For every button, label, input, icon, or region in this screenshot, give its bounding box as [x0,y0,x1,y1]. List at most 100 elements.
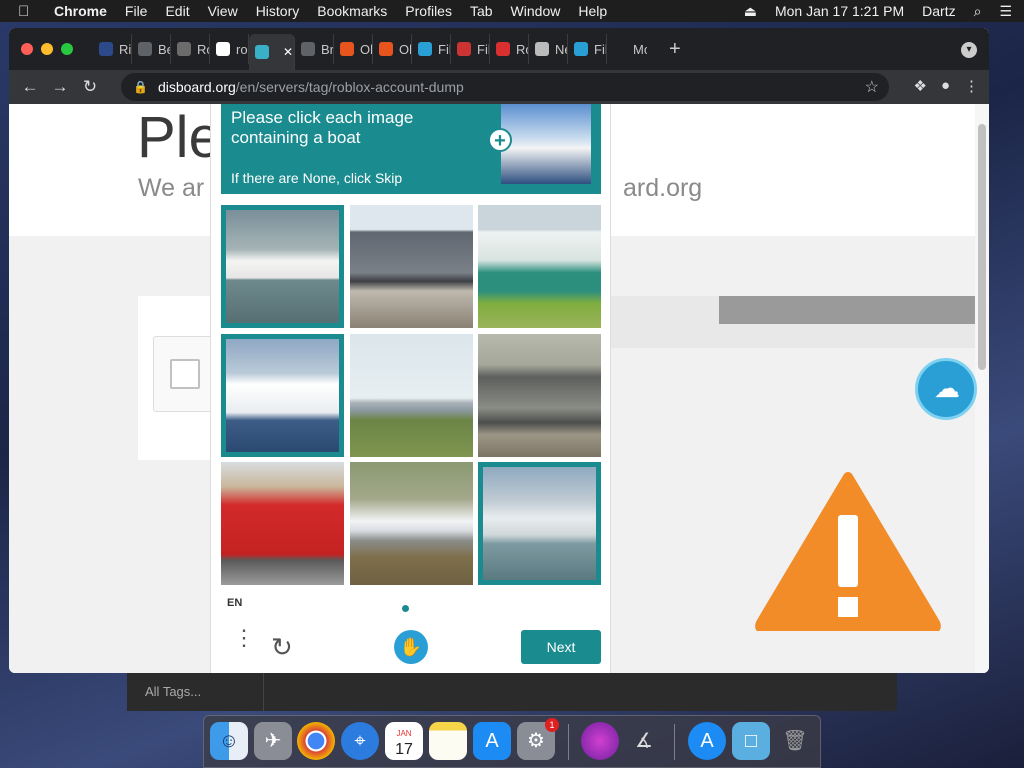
captcha-tile-airplane-2[interactable] [350,462,473,585]
tab-search-chevron-icon[interactable]: ▾ [961,42,977,58]
system-preferences-icon[interactable]: ⚙ 1 [517,718,559,760]
menu-profiles[interactable]: Profiles [405,3,452,19]
captcha-checkbox-widget[interactable] [153,336,213,412]
eject-icon[interactable]: ⏏ [744,3,757,20]
browser-tab[interactable]: Bry [295,34,334,64]
trash-icon[interactable]: 🗑 [776,722,814,760]
close-window-button[interactable] [21,43,33,55]
calendar-day: 17 [395,741,413,758]
captcha-tile-bus-1[interactable] [221,462,344,585]
forward-arrow-icon[interactable]: → [45,77,75,97]
browser-tab[interactable]: rob [210,34,249,64]
chrome-icon[interactable] [297,722,335,760]
tab-favicon-icon [379,42,393,56]
captcha-image-grid [221,205,601,586]
app-store-icon[interactable]: A [473,722,511,760]
calendar-icon[interactable]: JAN 17 [385,722,423,760]
tab-title: Fil [438,41,451,57]
back-arrow-icon[interactable]: ← [15,77,45,97]
zoom-window-button[interactable] [61,43,73,55]
page-scrollbar[interactable] [975,104,989,673]
browser-tab[interactable]: Ric [93,34,132,64]
all-tags-label[interactable]: All Tags... [145,684,201,699]
next-button[interactable]: Next [521,630,601,664]
captcha-tile-train-1[interactable] [350,205,473,328]
menu-view[interactable]: View [208,3,238,19]
dock-separator-2 [674,724,675,760]
browser-tab[interactable]: Ne [529,34,568,64]
clock[interactable]: Mon Jan 17 1:21 PM [775,3,904,19]
minimize-window-button[interactable] [41,43,53,55]
browser-tab[interactable]: Ro [171,34,210,64]
menu-bookmarks[interactable]: Bookmarks [317,3,387,19]
captcha-tile-boat-1[interactable] [221,205,344,328]
new-tab-plus-icon[interactable]: + [669,38,681,61]
captcha-menu-icon[interactable]: ⋮ [233,627,255,649]
browser-tab[interactable]: Fil [412,34,451,64]
reload-icon[interactable]: ↻ [75,77,105,97]
captcha-checkbox[interactable] [170,359,200,389]
spotlight-search-icon[interactable]: ⌕ [974,3,982,20]
language-selector[interactable]: EN [227,597,242,609]
notes-icon[interactable] [429,722,467,760]
captcha-tile-boat-2[interactable] [221,334,344,457]
tab-title: Fil [594,41,607,57]
applications-folder-icon[interactable]: A [688,722,726,760]
hcaptcha-logo-icon: ✋ [394,630,428,664]
cloud-icon: ☁ [934,373,960,403]
captcha-challenge: Please click each image containing a boa… [210,104,611,673]
browser-tab[interactable]: Mo [607,34,647,64]
scrollbar-thumb[interactable] [978,124,986,370]
captcha-tile-image [221,462,344,585]
close-tab-icon[interactable]: ✕ [283,45,293,59]
browser-tab[interactable]: Ol [373,34,412,64]
tab-favicon-icon [216,42,230,56]
captcha-tile-image [483,467,596,580]
profile-avatar-icon[interactable]: ● [941,77,950,95]
expand-example-plus-icon[interactable]: + [488,128,512,152]
control-center-icon[interactable]: ☰ [999,3,1012,20]
strip-divider [263,673,264,711]
launchpad-icon[interactable]: ✈ [254,722,292,760]
screenium-icon[interactable] [581,722,619,760]
warning-triangle-icon [755,472,941,631]
more-menu-icon[interactable]: ⋮ [964,77,979,95]
extensions-puzzle-icon[interactable]: ❖ [913,77,926,95]
menu-app-chrome[interactable]: Chrome [54,3,107,19]
captcha-tile-image [478,334,601,457]
page-subtitle-tail: ard.org [623,174,703,202]
tab-favicon-icon [255,45,269,59]
tab-title: Be [158,41,170,57]
apple-icon[interactable]:  [18,3,40,20]
tabs: Ric Be Ro rob ✕ Bry Ol Ol Fil Fil Ro Ne Fil Mo [93,28,647,70]
menu-tab[interactable]: Tab [470,3,493,19]
browser-tab[interactable]: Ol [334,34,373,64]
finder-icon[interactable]: ☺ [210,722,248,760]
captcha-tile-train-3[interactable] [478,334,601,457]
page-title: Ple [137,105,221,170]
compass-tool-icon[interactable]: ∡ [625,722,663,760]
menu-help[interactable]: Help [578,3,607,19]
cloud-extension-button[interactable]: ☁ [915,358,977,420]
downloads-folder-icon[interactable]: □ [732,722,770,760]
browser-tab[interactable]: ✕ [249,34,295,70]
refresh-challenge-icon[interactable]: ↻ [271,632,293,663]
lock-icon[interactable]: 🔒 [133,80,148,94]
bookmark-star-icon[interactable]: ☆ [865,77,879,97]
menu-file[interactable]: File [125,3,148,19]
menubar-status: ⏏ Mon Jan 17 1:21 PM Dartz ⌕ ☰ [726,0,1012,22]
captcha-tile-airplane-1[interactable] [350,334,473,457]
browser-tab[interactable]: Be [132,34,171,64]
menu-history[interactable]: History [256,3,300,19]
menu-edit[interactable]: Edit [165,3,189,19]
browser-tab[interactable]: Fil [451,34,490,64]
browser-tab[interactable]: Ro [490,34,529,64]
safari-icon[interactable]: ⌖ [341,722,379,760]
captcha-tile-train-2[interactable] [478,205,601,328]
captcha-tile-boat-3[interactable] [478,462,601,585]
address-bar[interactable]: 🔒 disboard.org /en/servers/tag/roblox-ac… [121,73,889,101]
browser-tab[interactable]: Fil [568,34,607,64]
user-name[interactable]: Dartz [922,3,955,19]
sysprefs-badge: 1 [545,718,559,732]
menu-window[interactable]: Window [511,3,561,19]
